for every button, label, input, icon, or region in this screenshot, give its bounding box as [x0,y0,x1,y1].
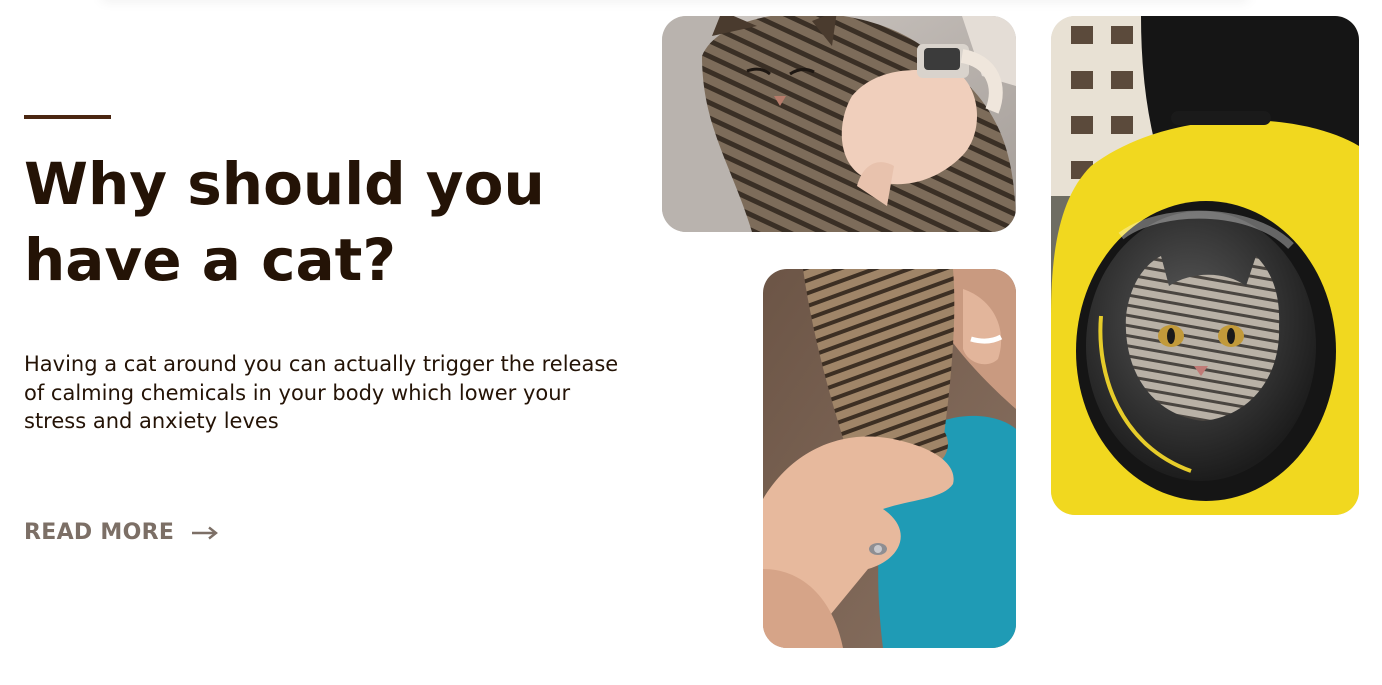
title-accent-line [24,115,111,119]
read-more-link[interactable]: READ MORE [24,520,219,545]
person-holding-cat-paw-photo [763,269,1016,648]
cat-in-yellow-bubble-backpack-photo [1051,16,1359,515]
tabby-cat-held-in-arms-photo [662,16,1016,232]
page-title: Why should you have a cat? [24,150,545,294]
arrow-right-icon [192,526,219,539]
hero-description: Having a cat around you can actually tri… [24,352,619,433]
read-more-label: READ MORE [24,520,175,545]
